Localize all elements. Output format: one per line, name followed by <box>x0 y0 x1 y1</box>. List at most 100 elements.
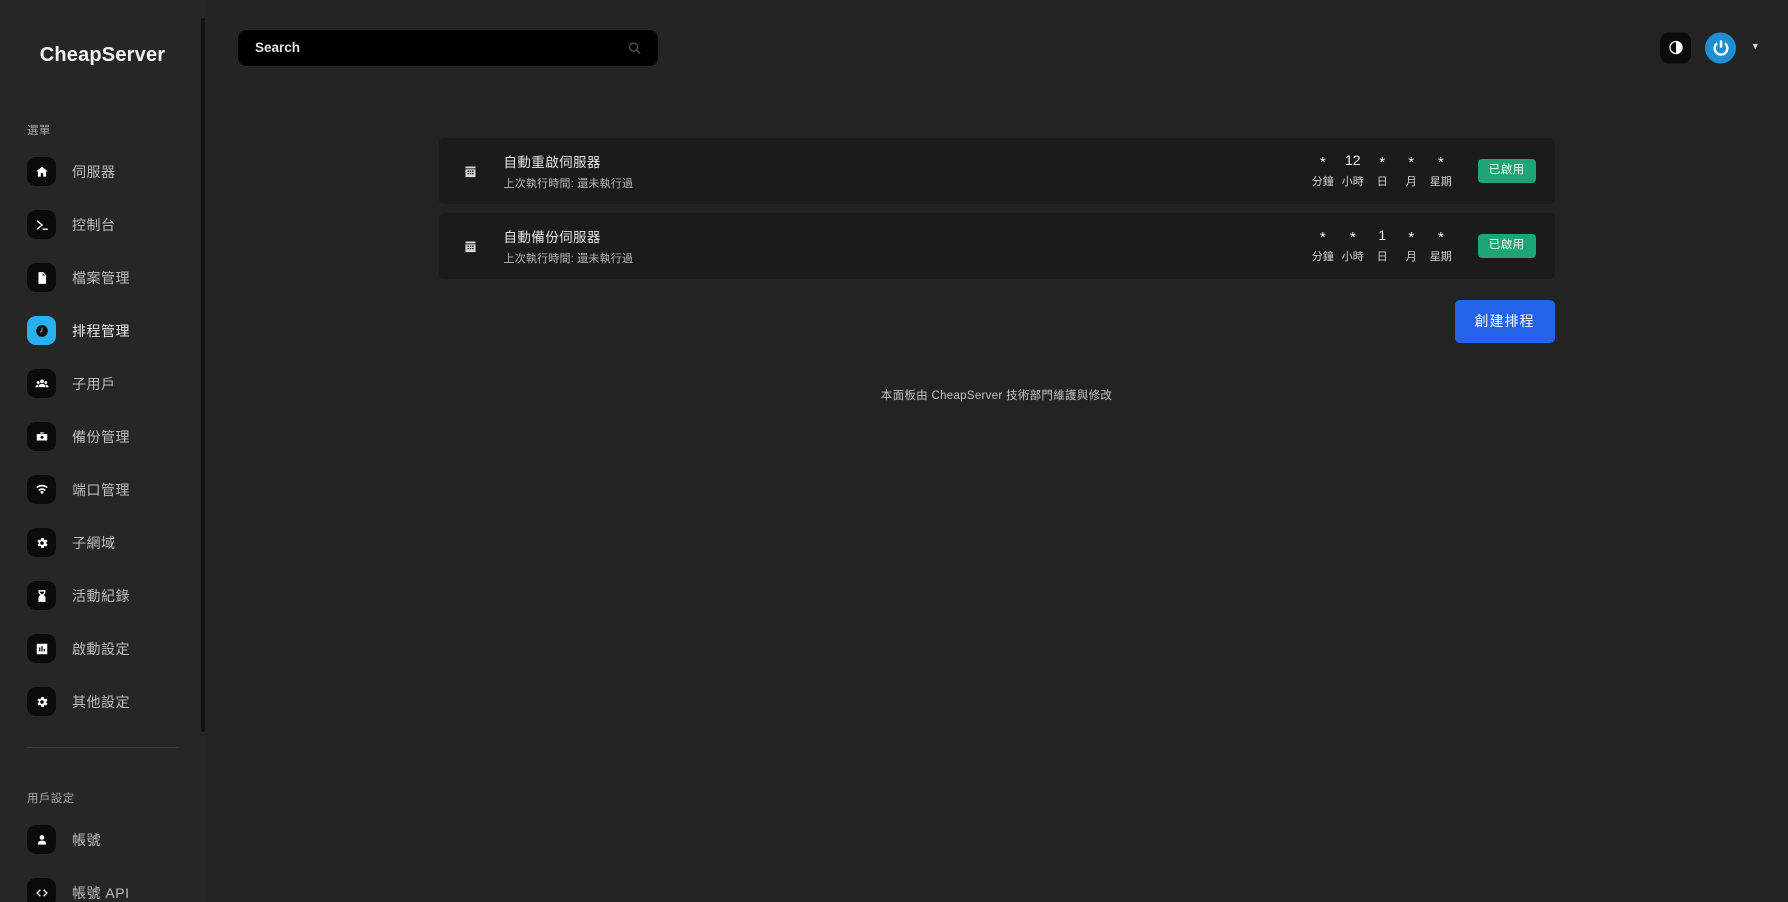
sidebar-item-network[interactable]: 端口管理 <box>0 468 205 511</box>
actions-row: 創建排程 <box>439 300 1555 343</box>
sidebar-section-menu-label: 選單 <box>27 125 51 137</box>
sidebar-item-schedules[interactable]: 排程管理 <box>0 309 205 352</box>
user-avatar-button[interactable] <box>1705 32 1737 63</box>
cron-day: 1 日 <box>1368 228 1397 264</box>
sidebar-item-label: 帳號 API <box>72 884 130 901</box>
cron-weekday: * 星期 <box>1426 153 1456 189</box>
power-icon <box>1711 38 1731 58</box>
cron-hour-label: 小時 <box>1341 251 1364 263</box>
cron-minute: * 分鐘 <box>1308 153 1338 189</box>
cron-expression: * 分鐘 * 小時 1 日 * 月 * 星期 <box>1308 228 1456 264</box>
sidebar-divider <box>27 747 178 748</box>
terminal-icon <box>27 210 56 239</box>
task-title: 自動備份伺服器 <box>503 230 601 245</box>
cron-day: * 日 <box>1368 153 1397 189</box>
sidebar-item-subusers[interactable]: 子用戶 <box>0 362 205 405</box>
clock-icon <box>27 316 56 345</box>
task-text: 自動備份伺服器 上次執行時間: 還未執行過 <box>504 226 1308 266</box>
topbar: ▾ <box>205 0 1788 95</box>
cron-month-value: * <box>1408 229 1415 246</box>
task-text: 自動重啟伺服器 上次執行時間: 還未執行過 <box>504 151 1308 191</box>
wifi-icon <box>27 475 56 504</box>
cron-weekday-value: * <box>1437 154 1444 171</box>
calendar-icon <box>460 235 482 257</box>
sidebar: CheapServer 選單 伺服器 控制台 檔案管理 排程管理 子用戶 備份管… <box>0 0 205 902</box>
cron-hour: 12 小時 <box>1338 153 1368 189</box>
contrast-icon <box>1668 40 1684 56</box>
gear-icon <box>27 687 56 716</box>
sidebar-item-activity[interactable]: 活動紀錄 <box>0 574 205 617</box>
calendar-icon <box>460 160 482 182</box>
table-row[interactable]: 自動備份伺服器 上次執行時間: 還未執行過 * 分鐘 * 小時 1 日 * 月 … <box>438 213 1555 279</box>
cron-minute: * 分鐘 <box>1308 228 1338 264</box>
sidebar-item-label: 排程管理 <box>72 322 130 339</box>
hourglass-icon <box>27 581 56 610</box>
search-input[interactable] <box>238 29 658 66</box>
cron-weekday-label: 星期 <box>1429 176 1452 188</box>
cron-minute-value: * <box>1319 229 1326 246</box>
task-title: 自動重啟伺服器 <box>503 155 601 170</box>
schedules-content: 自動重啟伺服器 上次執行時間: 還未執行過 * 分鐘 12 小時 * 日 * 月… <box>438 95 1555 403</box>
sidebar-item-subdomains[interactable]: 子網域 <box>0 521 205 564</box>
brand-title: CheapServer <box>39 44 166 66</box>
sidebar-item-settings[interactable]: 其他設定 <box>0 680 205 723</box>
sidebar-item-console[interactable]: 控制台 <box>0 203 205 246</box>
status-badge[interactable]: 已啟用 <box>1477 233 1536 259</box>
search-container <box>238 29 658 66</box>
gear-icon <box>27 528 56 557</box>
cron-month: * 月 <box>1397 228 1426 264</box>
cron-hour-value: * <box>1349 229 1356 246</box>
create-schedule-button[interactable]: 創建排程 <box>1454 300 1555 343</box>
home-icon <box>27 157 56 186</box>
table-row[interactable]: 自動重啟伺服器 上次執行時間: 還未執行過 * 分鐘 12 小時 * 日 * 月… <box>438 138 1555 204</box>
sidebar-section-user-label: 用戶設定 <box>27 793 75 805</box>
theme-toggle-button[interactable] <box>1660 32 1692 63</box>
cron-day-value: 1 <box>1378 227 1387 243</box>
sidebar-item-label: 備份管理 <box>72 428 130 445</box>
cron-minute-label: 分鐘 <box>1311 176 1334 188</box>
app-root: CheapServer 選單 伺服器 控制台 檔案管理 排程管理 子用戶 備份管… <box>0 0 1788 902</box>
cron-day-value: * <box>1379 154 1386 171</box>
cron-month-value: * <box>1408 154 1415 171</box>
chevron-down-icon[interactable]: ▾ <box>1750 39 1760 56</box>
cron-month: * 月 <box>1397 153 1426 189</box>
sidebar-item-startup[interactable]: 啟動設定 <box>0 627 205 670</box>
cron-minute-label: 分鐘 <box>1311 251 1334 263</box>
cron-minute-value: * <box>1319 154 1326 171</box>
sidebar-item-account[interactable]: 帳號 <box>0 818 205 861</box>
cron-hour: * 小時 <box>1338 228 1368 264</box>
sidebar-item-files[interactable]: 檔案管理 <box>0 256 205 299</box>
topbar-actions: ▾ <box>1660 32 1760 63</box>
status-badge[interactable]: 已啟用 <box>1477 158 1536 184</box>
sidebar-item-servers[interactable]: 伺服器 <box>0 150 205 193</box>
sliders-icon <box>27 634 56 663</box>
sidebar-item-label: 端口管理 <box>72 481 130 498</box>
task-last-run: 上次執行時間: 還未執行過 <box>503 253 634 265</box>
sidebar-item-api[interactable]: 帳號 API <box>0 871 205 902</box>
code-icon <box>27 878 56 902</box>
cron-day-label: 日 <box>1376 176 1388 188</box>
cron-month-label: 月 <box>1405 176 1417 188</box>
cron-hour-label: 小時 <box>1341 176 1364 188</box>
sidebar-item-label: 檔案管理 <box>72 269 130 286</box>
cron-expression: * 分鐘 12 小時 * 日 * 月 * 星期 <box>1308 153 1456 189</box>
task-last-run: 上次執行時間: 還未執行過 <box>503 178 634 190</box>
sidebar-item-label: 伺服器 <box>72 163 116 180</box>
sidebar-item-label: 其他設定 <box>72 693 130 710</box>
sidebar-content: CheapServer 選單 伺服器 控制台 檔案管理 排程管理 子用戶 備份管… <box>0 0 205 902</box>
sidebar-item-label: 子用戶 <box>72 375 116 392</box>
sidebar-item-label: 啟動設定 <box>72 640 130 657</box>
cron-weekday-label: 星期 <box>1429 251 1452 263</box>
sidebar-item-label: 活動紀錄 <box>72 587 130 604</box>
cron-weekday-value: * <box>1437 229 1444 246</box>
backup-icon <box>27 422 56 451</box>
sidebar-item-label: 帳號 <box>72 831 101 848</box>
file-icon <box>27 263 56 292</box>
sidebar-item-backups[interactable]: 備份管理 <box>0 415 205 458</box>
users-icon <box>27 369 56 398</box>
cron-month-label: 月 <box>1405 251 1417 263</box>
sidebar-item-label: 子網域 <box>72 534 116 551</box>
cron-hour-value: 12 <box>1345 152 1361 168</box>
sidebar-item-label: 控制台 <box>72 216 116 233</box>
cron-weekday: * 星期 <box>1426 228 1456 264</box>
